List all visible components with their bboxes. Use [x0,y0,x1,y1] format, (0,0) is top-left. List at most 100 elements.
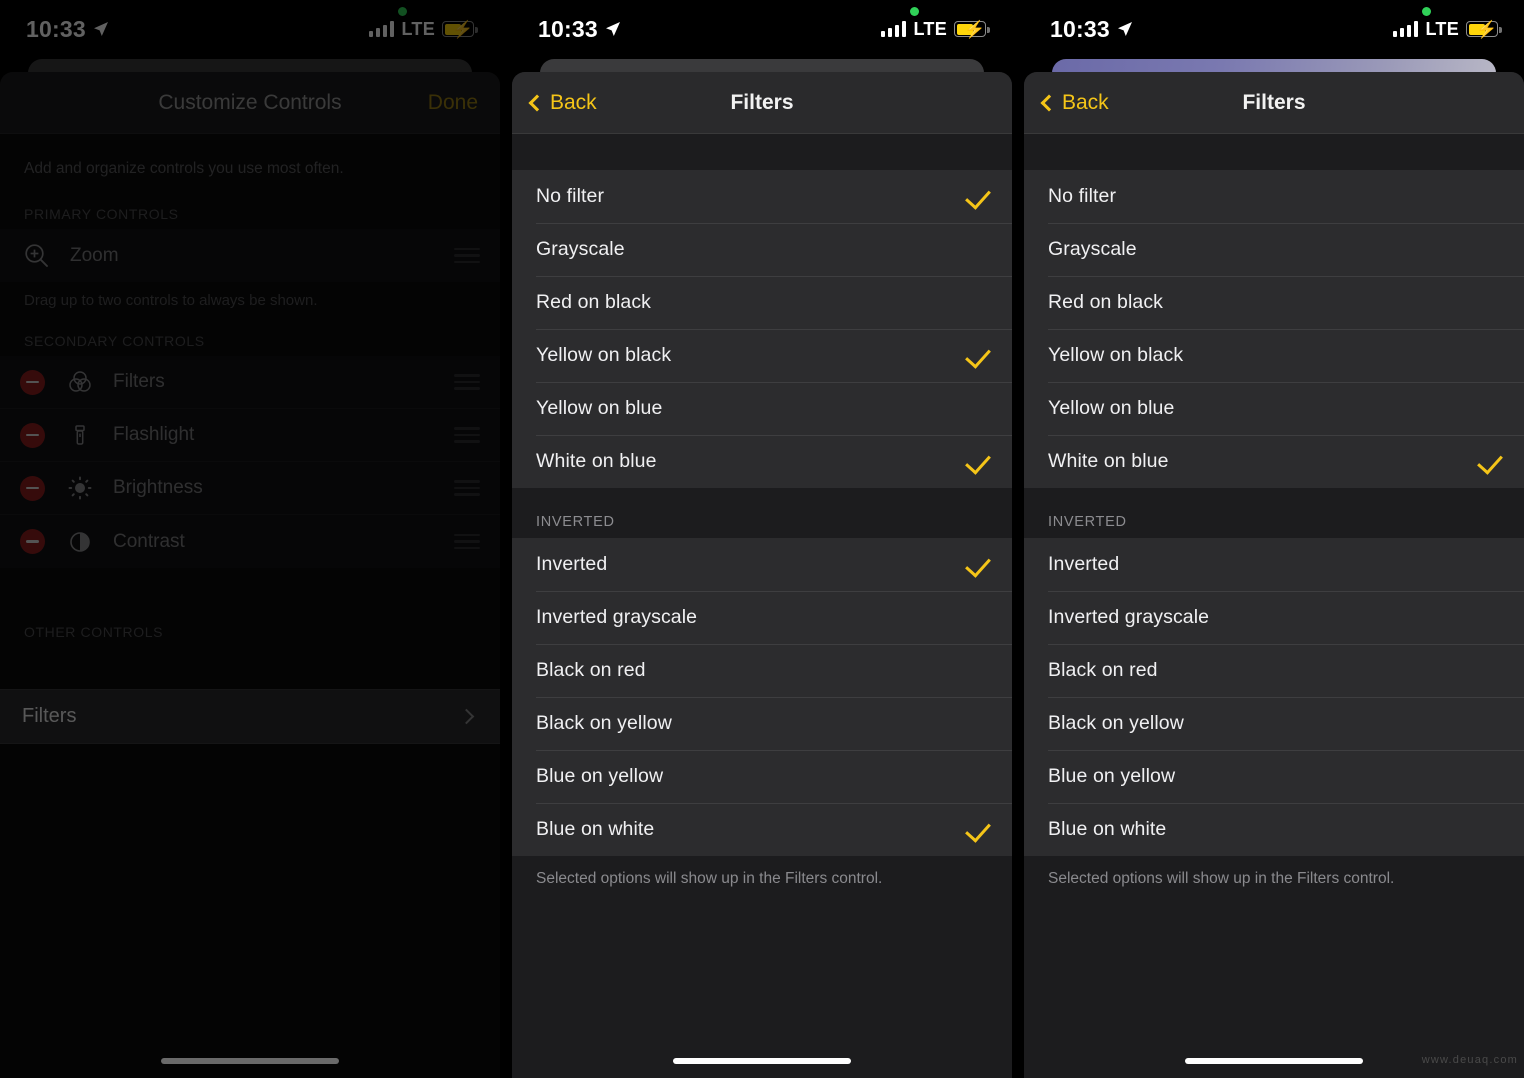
done-button[interactable]: Done [428,91,478,115]
checkmark-icon [964,449,990,475]
control-label: Flashlight [113,424,195,445]
list-item[interactable]: Grayscale [1024,223,1524,276]
checkmark-icon [964,658,990,684]
inverted-section-header: INVERTED [512,488,1012,538]
list-item[interactable]: Blue on white [512,803,1012,856]
customize-controls-sheet: Customize Controls Done Add and organize… [0,72,500,1078]
list-item[interactable]: Inverted grayscale [1024,591,1524,644]
phone-panel-customize-controls: 10:33 LTE ⚡ Customize Controls Done Add … [0,0,500,1078]
list-item[interactable]: Inverted grayscale [512,591,1012,644]
list-item[interactable]: Yellow on black [512,329,1012,382]
filters-section: No filter Grayscale Red on black Yellow … [512,170,1012,488]
list-item[interactable]: Grayscale [512,223,1012,276]
remove-minus-icon[interactable] [20,369,45,395]
list-item[interactable]: Yellow on black [1024,329,1524,382]
checkmark-icon [964,764,990,790]
inverted-section: Inverted Inverted grayscale Black on red… [1024,538,1524,856]
list-item[interactable]: White on blue [1024,435,1524,488]
list-item[interactable]: Blue on white [1024,803,1524,856]
other-control-row-filters[interactable]: Filters [0,689,500,744]
drag-handle-icon[interactable] [454,427,480,443]
list-item[interactable]: Yellow on blue [1024,382,1524,435]
status-bar-panel3: 10:33 LTE ⚡ [1024,0,1524,58]
phone-panel-filters-multi-selected: 10:33 LTE ⚡ Back Filters No filter Grays… [512,0,1012,1078]
checkmark-icon [964,184,990,210]
control-row-contrast[interactable]: Contrast [0,515,500,568]
battery-charging-icon: ⚡ [954,21,990,39]
filter-label: Inverted grayscale [536,606,698,628]
control-label: Zoom [70,244,119,266]
checkmark-icon [1476,449,1502,475]
list-item[interactable]: Blue on yellow [1024,750,1524,803]
remove-minus-icon[interactable] [20,529,45,554]
nav-bar-panel1: Customize Controls Done [0,72,500,134]
list-item[interactable]: Inverted [1024,538,1524,591]
filter-label: Blue on yellow [1048,765,1176,787]
control-row-zoom[interactable]: Zoom [0,229,500,282]
checkmark-icon [964,552,990,578]
three-phone-screenshot-stage: 10:33 LTE ⚡ Customize Controls Done Add … [0,0,1524,1078]
panel-divider [1012,0,1024,1078]
control-row-filters[interactable]: Filters [0,356,500,409]
primary-controls-header: PRIMARY CONTROLS [24,206,179,222]
cellular-bars-icon [880,21,907,37]
page-title: Customize Controls [158,90,342,114]
list-item[interactable]: Black on red [512,644,1012,697]
drag-handle-icon[interactable] [454,374,480,390]
filters-footnote: Selected options will show up in the Fil… [512,856,1012,888]
drag-handle-icon[interactable] [454,247,480,264]
status-bar-time: 10:33 [26,15,86,42]
filter-label: Black on red [536,659,646,681]
drag-handle-icon[interactable] [454,533,480,550]
nav-bar-panel3: Back Filters [1024,72,1524,134]
location-arrow-icon [605,22,620,36]
back-button[interactable]: Back [512,91,597,115]
checkmark-icon [1476,711,1502,737]
other-control-label: Filters [22,705,77,727]
home-indicator[interactable] [161,1058,339,1064]
remove-minus-icon[interactable] [20,422,45,448]
status-bar-left: 10:33 [538,16,621,43]
filters-sheet-panel2: Back Filters No filter Grayscale Red on … [512,72,1012,1078]
checkmark-icon [964,290,990,316]
list-item[interactable]: No filter [512,170,1012,223]
control-row-brightness[interactable]: Brightness [0,462,500,515]
status-bar-time: 10:33 [1050,15,1110,42]
list-item[interactable]: Blue on yellow [512,750,1012,803]
filter-label: Yellow on black [536,344,672,366]
list-item[interactable]: Black on red [1024,644,1524,697]
list-item[interactable]: No filter [1024,170,1524,223]
list-item[interactable]: White on blue [512,435,1012,488]
status-bar-left: 10:33 [1050,16,1133,43]
checkmark-icon [964,711,990,737]
other-controls-header: OTHER CONTROLS [24,624,164,640]
list-item[interactable]: Red on black [1024,276,1524,329]
back-button-label: Back [1062,90,1109,114]
list-item[interactable]: Black on yellow [1024,697,1524,750]
inverted-section: Inverted Inverted grayscale Black on red… [512,538,1012,856]
battery-charging-icon: ⚡ [1466,21,1502,39]
filter-label: Inverted [1048,553,1120,575]
control-row-flashlight[interactable]: Flashlight [0,409,500,462]
remove-minus-icon[interactable] [20,475,45,501]
list-item[interactable]: Yellow on blue [512,382,1012,435]
contrast-circle-icon [63,525,97,559]
back-button[interactable]: Back [1024,91,1109,115]
nav-bar-panel2: Back Filters [512,72,1012,134]
filter-label: Grayscale [1048,238,1137,260]
location-active-indicator [1422,7,1431,16]
cellular-bars-icon [1392,21,1419,37]
list-item[interactable]: Red on black [512,276,1012,329]
list-item[interactable]: Black on yellow [512,697,1012,750]
back-button-label: Back [550,90,597,114]
checkmark-icon [1476,552,1502,578]
filters-section: No filter Grayscale Red on black Yellow … [1024,170,1524,488]
list-item[interactable]: Inverted [512,538,1012,591]
home-indicator[interactable] [673,1058,851,1064]
filter-label: Red on black [536,291,652,313]
filter-label: Black on red [1048,659,1158,681]
home-indicator[interactable] [1185,1058,1363,1064]
filter-label: Black on yellow [1048,712,1184,734]
drag-handle-icon[interactable] [454,480,480,496]
filter-label: Yellow on blue [536,397,663,419]
